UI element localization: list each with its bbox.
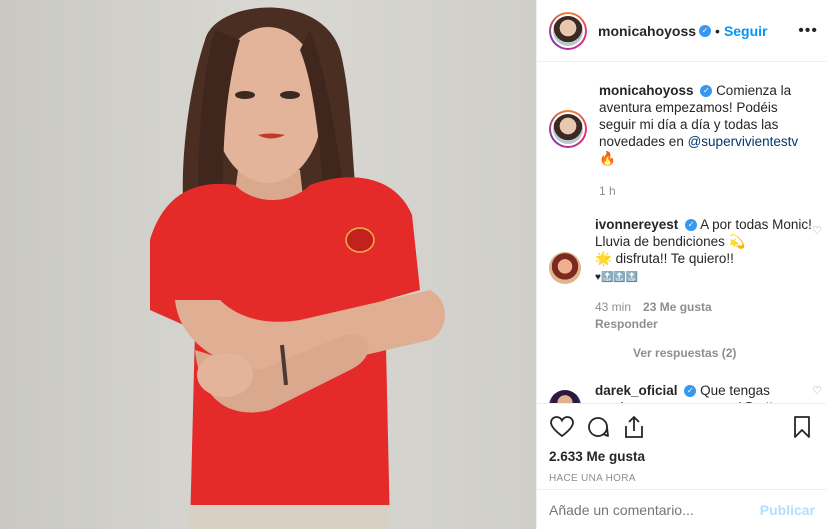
author-avatar[interactable] — [549, 11, 587, 50]
verified-icon: ✓ — [699, 24, 712, 37]
comment-emoji-line: ♥🔝🔝🔝 — [595, 272, 639, 283]
commenter-avatar[interactable] — [549, 390, 581, 403]
woman-in-red-shirt-illustration — [150, 7, 445, 529]
caption-avatar[interactable] — [549, 110, 587, 148]
caption-time[interactable]: 1 h — [599, 184, 814, 198]
dizzy-emoji: 💫 — [728, 234, 746, 249]
post-time[interactable]: HACE UNA HORA — [549, 473, 815, 484]
comment-item: ivonnereyest ✓ A por todas Monic! Lluvia… — [549, 216, 822, 331]
comment-heart-icon[interactable]: ♡ — [812, 224, 822, 237]
view-replies-button[interactable]: Ver respuestas (2) — [633, 346, 814, 360]
comment-icon[interactable] — [585, 414, 611, 440]
fire-emoji: 🔥 — [599, 151, 616, 166]
share-icon[interactable] — [621, 414, 647, 440]
verified-icon: ✓ — [684, 385, 697, 398]
comment-meta: 43 min 23 Me gusta — [595, 300, 814, 314]
post-actions: 2.633 Me gusta HACE UNA HORA — [537, 403, 826, 485]
caption-username[interactable]: monicahoyoss — [599, 83, 694, 98]
comment-item: darek_oficial ✓ Que tengas mucha suerte … — [549, 382, 822, 403]
mention-link[interactable]: @supervivientestv — [688, 134, 799, 149]
star-emoji: 🌟 — [595, 251, 612, 266]
instagram-post: monicahoyoss ✓ • Seguir ••• monicahoyoss… — [0, 0, 826, 529]
comments-list[interactable]: monicahoyoss ✓ Comienza la aventura empe… — [537, 62, 826, 403]
commenter-username[interactable]: darek_oficial — [595, 383, 678, 398]
verified-icon: ✓ — [700, 85, 713, 98]
comment-likes[interactable]: 23 Me gusta — [643, 300, 712, 314]
commenter-username[interactable]: ivonnereyest — [595, 217, 678, 232]
commenter-avatar[interactable] — [549, 252, 581, 284]
comment-body-2: disfruta!! Te quiero!! — [615, 251, 734, 266]
heart-icon[interactable] — [549, 414, 575, 440]
comment-text: darek_oficial ✓ Que tengas mucha suerte … — [595, 382, 814, 403]
author-username[interactable]: monicahoyoss — [598, 23, 696, 39]
verified-icon: ✓ — [685, 219, 698, 232]
post-photo[interactable] — [0, 0, 536, 529]
comment-time[interactable]: 43 min — [595, 300, 631, 314]
caption-text: monicahoyoss ✓ Comienza la aventura empe… — [599, 82, 814, 167]
comment-composer: Publicar — [537, 489, 826, 529]
action-bar — [549, 414, 815, 440]
more-icon[interactable]: ••• — [798, 22, 818, 40]
caption: monicahoyoss ✓ Comienza la aventura empe… — [549, 82, 814, 198]
follow-button[interactable]: Seguir — [724, 23, 768, 39]
bookmark-icon[interactable] — [789, 414, 815, 440]
post-header: monicahoyoss ✓ • Seguir ••• — [537, 0, 826, 62]
post-sidebar: monicahoyoss ✓ • Seguir ••• monicahoyoss… — [536, 0, 826, 529]
reply-button[interactable]: Responder — [595, 317, 814, 331]
separator-dot: • — [715, 22, 720, 39]
comment-heart-icon[interactable]: ♡ — [812, 384, 822, 397]
comment-input[interactable] — [549, 501, 760, 518]
comment-text: ivonnereyest ✓ A por todas Monic! Lluvia… — [595, 216, 814, 286]
likes-count[interactable]: 2.633 Me gusta — [549, 449, 815, 464]
post-comment-button[interactable]: Publicar — [760, 502, 815, 518]
